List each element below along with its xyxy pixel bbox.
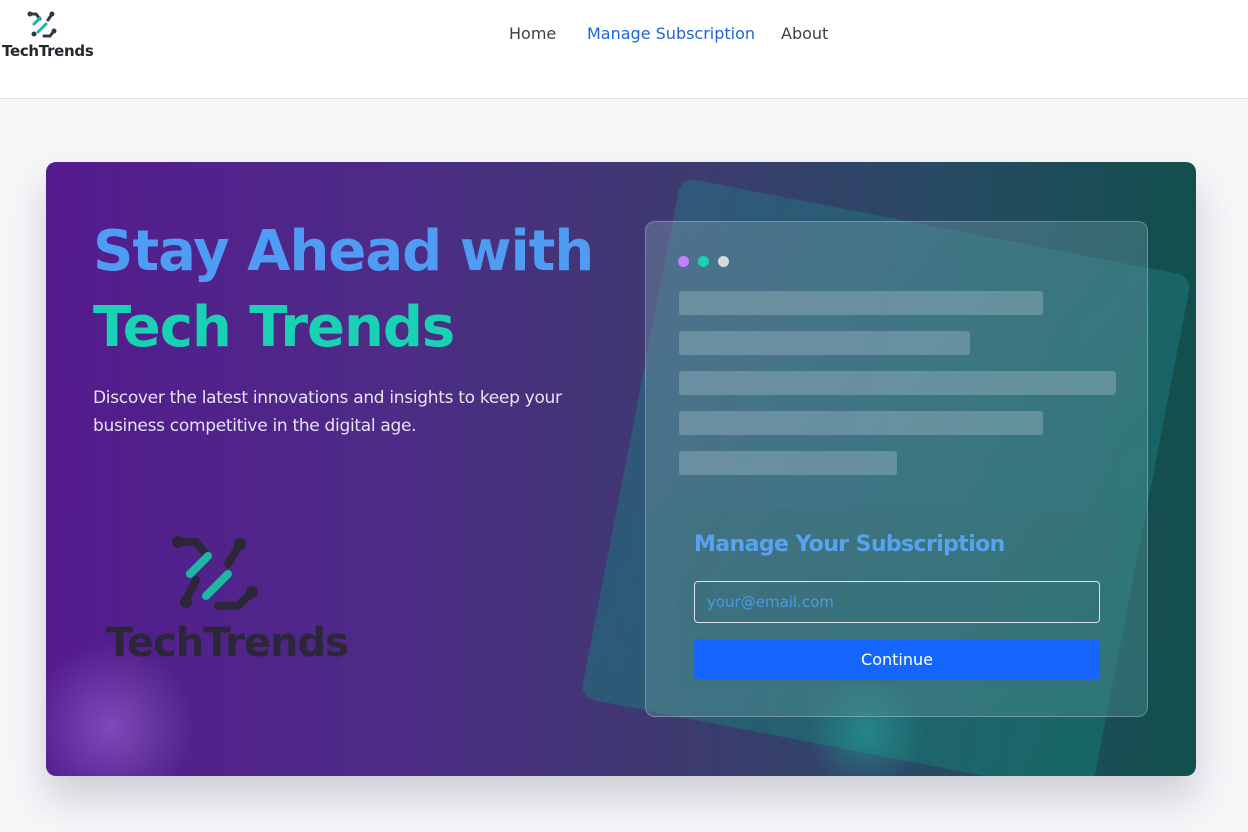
hero-title: Stay Ahead with Tech Trends (93, 214, 594, 366)
site-header: TechTrends Home Manage Subscription Abou… (0, 0, 1248, 99)
placeholder-bar (679, 411, 1043, 435)
email-input[interactable] (694, 581, 1100, 623)
subscription-form: Manage Your Subscription Continue (678, 507, 1115, 685)
techtrends-logo-icon (27, 11, 57, 38)
hero-subtitle: Discover the latest innovations and insi… (93, 388, 562, 436)
placeholder-bar (679, 451, 897, 475)
nav-item-home[interactable]: Home (509, 24, 556, 43)
nav-item-manage-subscription[interactable]: Manage Subscription (587, 24, 755, 43)
continue-button[interactable]: Continue (694, 639, 1100, 679)
hero-banner: Stay Ahead with Tech Trends Discover the… (46, 162, 1196, 776)
techtrends-logo-icon (172, 536, 258, 610)
placeholder-bar (679, 371, 1116, 395)
placeholder-bar (679, 291, 1043, 315)
hero-brand-name: TechTrends (106, 620, 349, 666)
brand-logo[interactable]: TechTrends (2, 8, 94, 62)
window-dot-teal (698, 256, 709, 267)
hero-brand-logo: TechTrends (106, 534, 349, 666)
subscription-title: Manage Your Subscription (694, 532, 1005, 557)
placeholder-bar (679, 331, 970, 355)
hero-title-line2: Tech Trends (93, 295, 455, 360)
window-dot-gray (718, 256, 729, 267)
nav-item-about[interactable]: About (781, 24, 828, 43)
subscription-card: Manage Your Subscription Continue (645, 221, 1148, 717)
brand-name: TechTrends (2, 42, 94, 60)
window-dot-purple (678, 256, 689, 267)
hero-title-line1: Stay Ahead with (93, 219, 594, 284)
